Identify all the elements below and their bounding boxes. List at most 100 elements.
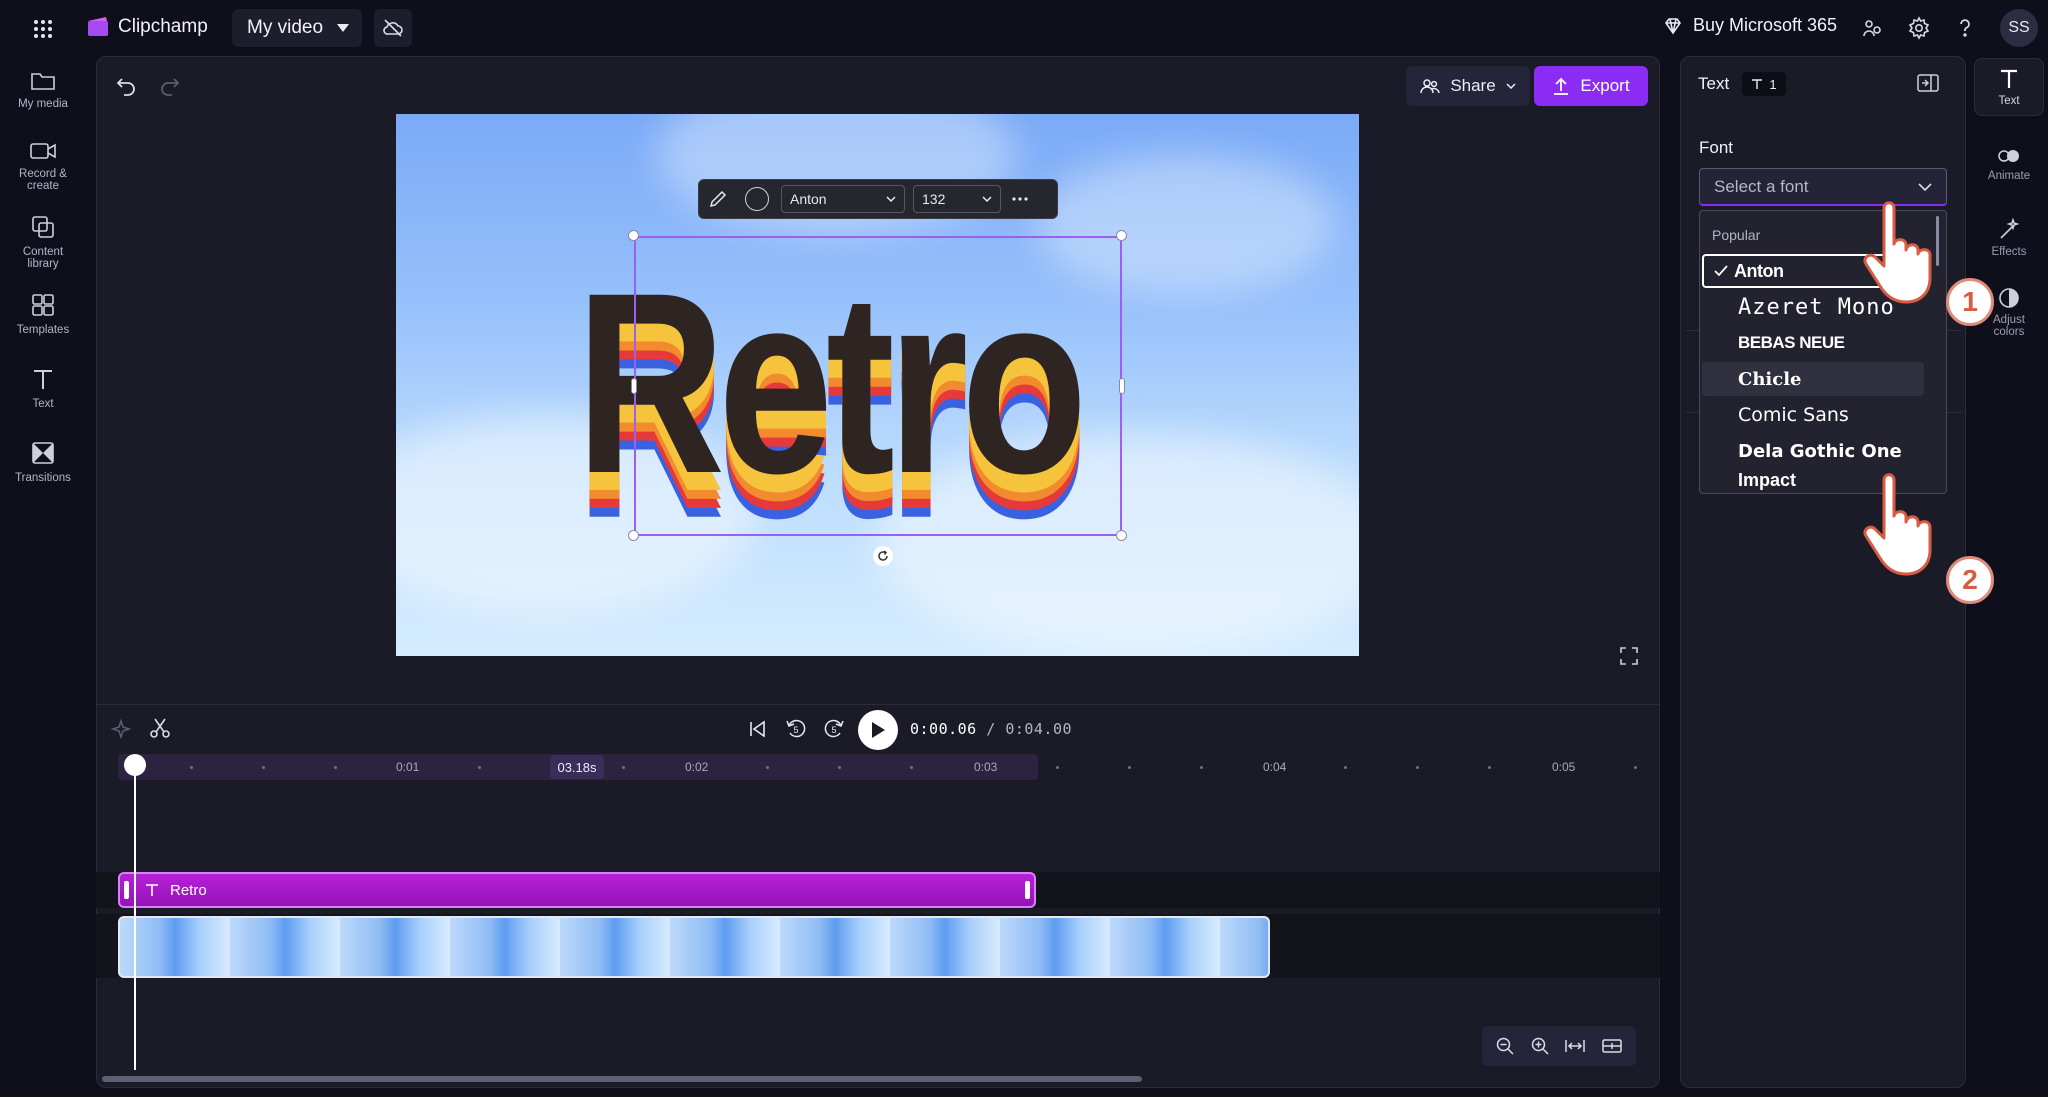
rotate-icon	[878, 550, 888, 561]
text-clip-label: Retro	[170, 881, 207, 899]
nav-content-library[interactable]: Content library	[0, 214, 86, 270]
font-option-bebas-neue[interactable]: BEBAS NEUE	[1702, 326, 1924, 360]
resize-handle-top-left[interactable]	[628, 230, 639, 241]
video-clip[interactable]	[118, 916, 1270, 978]
collapse-panel-icon[interactable]	[1917, 74, 1939, 92]
user-avatar[interactable]: SS	[2000, 9, 2038, 47]
nav-text[interactable]: Text	[0, 366, 86, 410]
skip-to-start-icon[interactable]	[746, 718, 768, 740]
help-icon[interactable]	[1952, 15, 1978, 41]
font-size-select[interactable]: 132	[913, 185, 1001, 213]
play-button[interactable]	[858, 710, 898, 750]
ruler-dot	[190, 766, 193, 769]
settings-gear-icon[interactable]	[1906, 15, 1932, 41]
zoom-in-icon[interactable]	[1530, 1036, 1550, 1056]
share-button[interactable]: Share	[1406, 66, 1530, 106]
ruler-dot	[1200, 766, 1203, 769]
rewind-5-icon[interactable]: 5	[784, 716, 808, 740]
tab-text[interactable]: Text	[1974, 58, 2044, 116]
nav-record-create[interactable]: Record & create	[0, 140, 86, 192]
text-icon	[34, 370, 52, 389]
color-swatch-button[interactable]	[745, 187, 769, 211]
camera-icon	[30, 143, 56, 159]
caret-down-icon	[337, 24, 350, 32]
redo-icon[interactable]	[158, 74, 182, 98]
fit-to-width-icon[interactable]	[1564, 1037, 1586, 1055]
export-button[interactable]: Export	[1534, 66, 1648, 106]
font-family-select[interactable]: Anton	[781, 185, 905, 213]
playhead-handle[interactable]	[124, 754, 146, 776]
font-option-dela-gothic-one[interactable]: Dela Gothic One	[1702, 434, 1942, 468]
timeline-horizontal-scrollbar[interactable]	[102, 1076, 1142, 1082]
font-section-label: Font	[1699, 138, 1734, 157]
timeline-zoom-controls	[1482, 1026, 1636, 1066]
font-select-placeholder: Select a font	[1714, 176, 1809, 196]
font-option-chicle[interactable]: Chicle	[1702, 362, 1924, 396]
buy-microsoft-365-button[interactable]: Buy Microsoft 365	[1663, 15, 1837, 36]
expand-timeline-icon[interactable]	[1601, 1037, 1623, 1055]
ruler-dot	[1488, 766, 1491, 769]
resize-handle-bottom-right[interactable]	[1116, 530, 1127, 541]
tab-effects[interactable]: Effects	[1974, 218, 2044, 258]
text-floating-toolbar: Anton 132	[698, 179, 1058, 219]
forward-5-icon[interactable]: 5	[822, 716, 846, 740]
upload-icon	[1554, 77, 1569, 95]
more-options-icon[interactable]	[1009, 194, 1031, 204]
resize-handle-left[interactable]	[631, 378, 637, 394]
ruler-dot	[478, 766, 481, 769]
step-badge-2: 2	[1946, 556, 1994, 604]
ruler-dot	[334, 766, 337, 769]
pencil-icon[interactable]	[707, 188, 729, 210]
play-icon	[872, 722, 885, 738]
buy-label: Buy Microsoft 365	[1693, 15, 1838, 35]
resize-handle-right[interactable]	[1119, 378, 1125, 394]
ruler-dot	[910, 766, 913, 769]
timeline-divider	[96, 704, 1660, 705]
ruler-dot	[1634, 766, 1637, 769]
nav-my-media[interactable]: My media	[0, 70, 86, 110]
clip-trim-handle-left[interactable]	[124, 881, 129, 899]
tab-animate[interactable]: Animate	[1974, 146, 2044, 182]
total-time: 0:04.00	[1005, 720, 1073, 738]
text-clip[interactable]: Retro	[118, 872, 1036, 908]
project-name: My video	[247, 17, 324, 38]
dropdown-group-label: Popular	[1712, 227, 1761, 243]
hover-time-badge: 03.18s	[550, 755, 604, 779]
checkmark-icon	[1714, 265, 1728, 277]
magic-sparkle-icon[interactable]	[110, 718, 132, 740]
fullscreen-icon[interactable]	[1619, 646, 1639, 666]
ruler-dot	[622, 766, 625, 769]
step-badge-1: 1	[1946, 278, 1994, 326]
nav-transitions[interactable]: Transitions	[0, 440, 86, 484]
chevron-down-icon	[1918, 182, 1932, 191]
app-launcher-icon[interactable]	[28, 14, 58, 44]
cloud-off-icon	[383, 19, 403, 37]
ruler-label: 0:02	[685, 760, 709, 774]
project-name-button[interactable]: My video	[232, 9, 362, 47]
playhead[interactable]	[134, 760, 136, 1070]
ruler-dot	[1416, 766, 1419, 769]
nav-templates[interactable]: Templates	[0, 292, 86, 336]
ruler-label: 0:03	[974, 760, 998, 774]
ruler-dot	[1056, 766, 1059, 769]
cloud-sync-button[interactable]	[374, 9, 412, 47]
folder-icon	[31, 73, 55, 90]
resize-handle-top-right[interactable]	[1116, 230, 1127, 241]
current-time: 0:00.06	[910, 720, 977, 738]
svg-text:5: 5	[831, 725, 836, 735]
zoom-out-icon[interactable]	[1495, 1036, 1515, 1056]
share-people-icon[interactable]	[1860, 15, 1886, 41]
playback-time: 0:00.06 / 0:04.00	[910, 720, 1072, 738]
effects-icon	[2000, 218, 2020, 239]
ruler-dot	[1344, 766, 1347, 769]
resize-handle-bottom-left[interactable]	[628, 530, 639, 541]
chevron-down-icon	[1506, 83, 1516, 89]
split-scissors-icon[interactable]	[148, 716, 172, 740]
rotate-handle[interactable]	[873, 546, 893, 566]
ruler-dot	[766, 766, 769, 769]
text-selection-box[interactable]	[634, 236, 1122, 536]
undo-icon[interactable]	[114, 74, 138, 98]
clip-trim-handle-right[interactable]	[1025, 881, 1030, 899]
font-option-comic-sans[interactable]: Comic Sans	[1702, 398, 1924, 432]
text-icon	[1752, 79, 1763, 89]
